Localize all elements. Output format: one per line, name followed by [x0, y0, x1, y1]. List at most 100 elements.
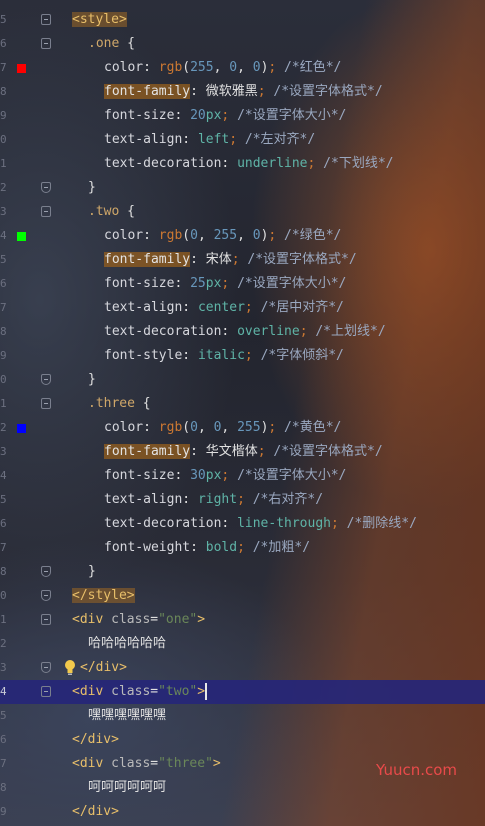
code-line[interactable]: 2}: [0, 176, 485, 200]
code-token: /*右对齐*/: [252, 492, 324, 507]
fold-end-icon[interactable]: [41, 590, 51, 601]
fold-end-icon[interactable]: [41, 374, 51, 385]
code-token: >: [197, 612, 206, 627]
code-line[interactable]: 9 </div>: [0, 800, 485, 824]
code-text: text-decoration: line-through; /*删除线*/: [104, 512, 417, 536]
code-line[interactable]: 5 嘿嘿嘿嘿嘿嘿: [0, 704, 485, 728]
code-line[interactable]: 9 font-size: 20px; /*设置字体大小*/: [0, 104, 485, 128]
watermark: Yuucn.com: [376, 761, 458, 779]
code-text: color: rgb(0, 0, 255); /*黄色*/: [104, 416, 341, 440]
code-line[interactable]: 2 color: rgb(0, 0, 255); /*黄色*/: [0, 416, 485, 440]
code-token: }: [88, 372, 96, 387]
code-token: ,: [213, 60, 230, 75]
code-text: <style>: [72, 8, 127, 32]
code-token: </div>: [80, 660, 127, 675]
code-line[interactable]: 5 text-align: right; /*右对齐*/: [0, 488, 485, 512]
code-token: /*加粗*/: [252, 540, 311, 555]
code-line[interactable]: 1 <div class="one">: [0, 608, 485, 632]
code-token: /*设置字体大小*/: [237, 276, 347, 291]
code-line[interactable]: 5 font-family: 宋体; /*设置字体格式*/: [0, 248, 485, 272]
line-number: 5: [0, 253, 7, 266]
code-token: ,: [197, 228, 214, 243]
fold-toggle-icon[interactable]: [41, 398, 51, 409]
code-text: text-decoration: underline; /*下划线*/: [104, 152, 393, 176]
color-swatch-icon[interactable]: [17, 232, 26, 241]
fold-toggle-icon[interactable]: [41, 14, 51, 25]
code-text: .two {: [88, 200, 135, 224]
code-token: ;: [330, 516, 339, 531]
fold-end-icon[interactable]: [41, 662, 51, 673]
code-line[interactable]: 8 text-decoration: overline; /*上划线*/: [0, 320, 485, 344]
fold-toggle-icon[interactable]: [41, 206, 51, 217]
code-line[interactable]: 6 .one {: [0, 32, 485, 56]
color-swatch-icon[interactable]: [17, 64, 26, 73]
code-token: (: [182, 60, 191, 75]
code-token: /*设置字体大小*/: [237, 468, 347, 483]
code-line[interactable]: 1 text-decoration: underline; /*下划线*/: [0, 152, 485, 176]
code-line[interactable]: 4 <div class="two">: [0, 680, 485, 704]
code-line[interactable]: 2 哈哈哈哈哈哈: [0, 632, 485, 656]
code-token: line-through: [237, 516, 331, 531]
code-token: text-align: [104, 300, 183, 315]
fold-end-icon[interactable]: [41, 566, 51, 577]
code-token: 0: [190, 228, 198, 243]
code-line[interactable]: 3 font-family: 华文楷体; /*设置字体格式*/: [0, 440, 485, 464]
code-line[interactable]: 0 text-align: left; /*左对齐*/: [0, 128, 485, 152]
line-number: 0: [0, 133, 7, 146]
code-token: <div: [72, 756, 112, 771]
code-token: :: [174, 276, 191, 291]
code-token: ;: [257, 444, 266, 459]
line-number: 0: [0, 373, 7, 386]
code-token: 30: [190, 468, 206, 483]
code-token: <div: [72, 612, 112, 627]
code-token: ,: [197, 420, 214, 435]
code-line[interactable]: 1 .three {: [0, 392, 485, 416]
line-number: 1: [0, 613, 7, 626]
code-text: font-family: 华文楷体; /*设置字体格式*/: [104, 440, 383, 464]
line-number: 6: [0, 517, 7, 530]
line-number: 6: [0, 733, 7, 746]
line-number: 3: [0, 661, 7, 674]
code-text: color: rgb(255, 0, 0); /*红色*/: [104, 56, 341, 80]
code-text: color: rgb(0, 255, 0); /*绿色*/: [104, 224, 341, 248]
code-line[interactable]: 7 text-align: center; /*居中对齐*/: [0, 296, 485, 320]
fold-toggle-icon[interactable]: [41, 614, 51, 625]
code-line[interactable]: 0 </style>: [0, 584, 485, 608]
code-line[interactable]: 3 .two {: [0, 200, 485, 224]
fold-end-icon[interactable]: [41, 182, 51, 193]
code-line[interactable]: 5 <style>: [0, 8, 485, 32]
code-line[interactable]: 4 color: rgb(0, 255, 0); /*绿色*/: [0, 224, 485, 248]
code-line[interactable]: 4 font-size: 30px; /*设置字体大小*/: [0, 464, 485, 488]
code-token: font-family: [104, 84, 191, 99]
code-line[interactable]: 3 </div>: [0, 656, 485, 680]
code-token: ;: [237, 540, 245, 555]
code-text: font-family: 微软雅黑; /*设置字体格式*/: [104, 80, 383, 104]
code-token: :: [182, 300, 198, 315]
color-swatch-icon[interactable]: [17, 424, 26, 433]
code-line[interactable]: 6 font-size: 25px; /*设置字体大小*/: [0, 272, 485, 296]
code-line[interactable]: 6 </div>: [0, 728, 485, 752]
fold-toggle-icon[interactable]: [41, 38, 51, 49]
code-token: 0: [229, 60, 238, 75]
code-token: ;: [229, 132, 238, 147]
line-number: 0: [0, 589, 7, 602]
code-token: .one: [88, 36, 120, 51]
code-line[interactable]: 8 font-family: 微软雅黑; /*设置字体格式*/: [0, 80, 485, 104]
fold-toggle-icon[interactable]: [41, 686, 51, 697]
lightbulb-icon[interactable]: [64, 659, 76, 677]
code-token: </div>: [72, 804, 119, 819]
code-line[interactable]: 8 呵呵呵呵呵呵: [0, 776, 485, 800]
code-line[interactable]: 9 font-style: italic; /*字体倾斜*/: [0, 344, 485, 368]
code-token: px: [205, 468, 222, 483]
code-text: font-size: 30px; /*设置字体大小*/: [104, 464, 346, 488]
code-line[interactable]: 0}: [0, 368, 485, 392]
code-line[interactable]: 6 text-decoration: line-through; /*删除线*/: [0, 512, 485, 536]
code-line[interactable]: 7 color: rgb(255, 0, 0); /*红色*/: [0, 56, 485, 80]
code-line[interactable]: 8}: [0, 560, 485, 584]
code-token: /*上划线*/: [315, 324, 386, 339]
code-line[interactable]: 7 font-weight: bold; /*加粗*/: [0, 536, 485, 560]
